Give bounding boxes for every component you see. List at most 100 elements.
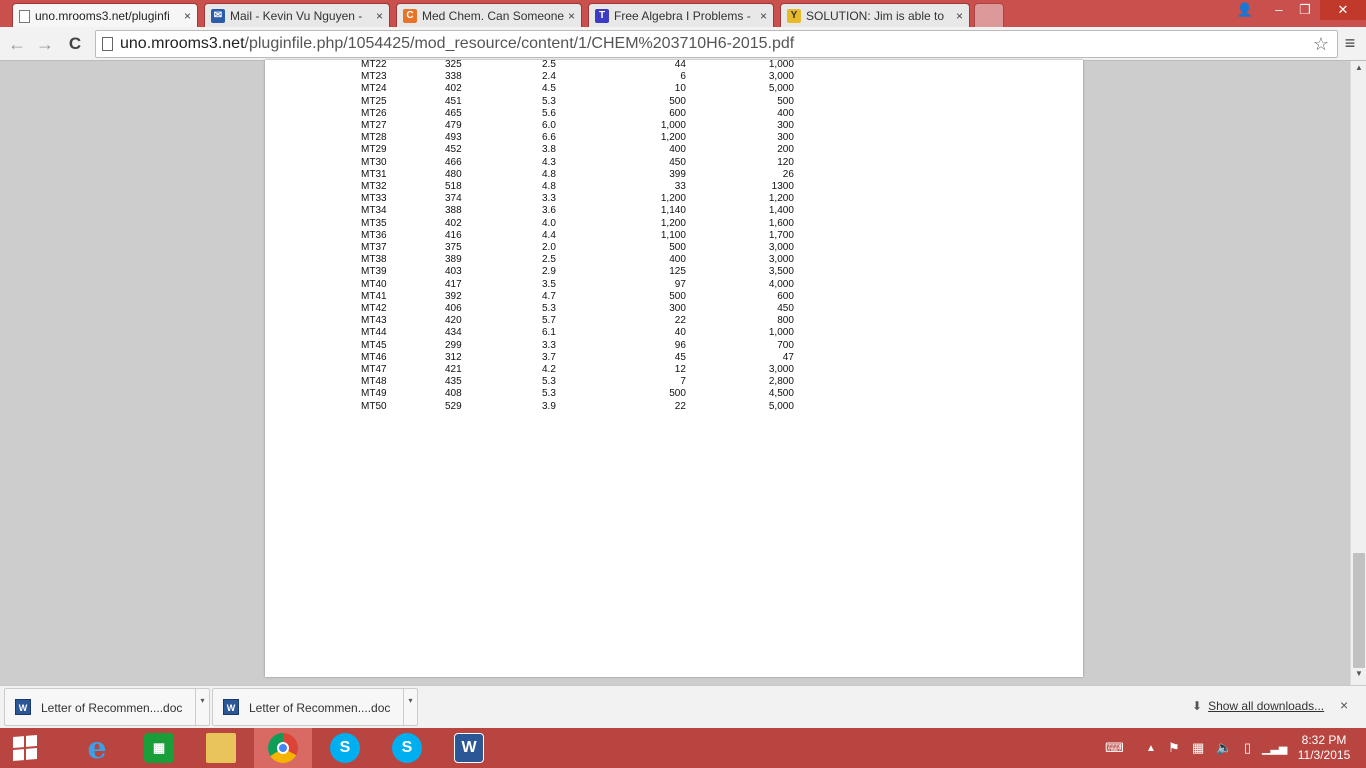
table-cell: 2.4 [542, 71, 556, 83]
table-cell: 2.9 [542, 266, 556, 278]
table-cell: 600 [669, 107, 686, 119]
table-cell: 300 [777, 132, 794, 144]
table-cell: MT26 [361, 107, 387, 119]
vertical-scrollbar[interactable]: ▲ ▼ [1350, 61, 1366, 685]
table-cell: 5.3 [542, 303, 556, 315]
battery-icon[interactable]: ▯ [1244, 740, 1251, 756]
table-cell: MT24 [361, 83, 387, 95]
table-cell: MT30 [361, 156, 387, 168]
bookmark-star-icon[interactable]: ☆ [1313, 31, 1329, 57]
windows-logo-icon [13, 734, 37, 762]
chrome-icon[interactable] [254, 728, 312, 768]
tab-med-chem[interactable]: C Med Chem. Can Someone × [396, 3, 582, 27]
table-cell: 300 [669, 303, 686, 315]
download-item[interactable]: W Letter of Recommen....doc ▾ [4, 688, 210, 726]
close-tab-icon[interactable]: × [376, 9, 383, 23]
address-bar[interactable]: uno.mrooms3.net/pluginfile.php/1054425/m… [95, 30, 1338, 58]
close-tab-icon[interactable]: × [760, 9, 767, 23]
action-center-flag-icon[interactable]: ⚑ [1168, 740, 1180, 756]
table-cell: 500 [669, 388, 686, 400]
show-hidden-icons-icon[interactable]: ▲ [1146, 743, 1156, 754]
close-window-button[interactable]: ✕ [1320, 0, 1366, 20]
download-arrow-icon: ⬇ [1192, 699, 1203, 713]
windows-store-icon[interactable]: ▦ [130, 728, 188, 768]
table-cell: 465 [445, 107, 462, 119]
table-cell: 2.5 [542, 254, 556, 266]
table-cell: MT25 [361, 95, 387, 107]
tab-title: Mail - Kevin Vu Nguyen - [230, 8, 363, 23]
table-cell: 406 [445, 303, 462, 315]
close-tab-icon[interactable]: × [184, 9, 191, 23]
file-explorer-icon[interactable] [192, 728, 250, 768]
start-button[interactable] [0, 728, 50, 768]
tab-free-algebra[interactable]: T Free Algebra I Problems - × [588, 3, 774, 27]
table-cell: 33 [674, 181, 686, 193]
table-cell: 375 [445, 242, 462, 254]
tab-mail[interactable]: ✉ Mail - Kevin Vu Nguyen - × [204, 3, 390, 27]
table-cell: 47 [782, 351, 794, 363]
skype-icon[interactable]: S [316, 728, 374, 768]
table-cell: 435 [445, 376, 462, 388]
table-cell: MT33 [361, 193, 387, 205]
scroll-up-arrow-icon[interactable]: ▲ [1351, 63, 1366, 77]
table-cell: 3.8 [542, 144, 556, 156]
word-doc-icon: W [223, 699, 239, 715]
close-tab-icon[interactable]: × [956, 9, 963, 23]
show-all-downloads-link[interactable]: ⬇ Show all downloads... [1192, 699, 1324, 713]
table-cell: 421 [445, 364, 462, 376]
table-cell: 5.6 [542, 107, 556, 119]
forward-button[interactable]: → [34, 33, 56, 55]
table-row: MT32 518 4.8 33 1300 [345, 181, 794, 193]
back-button[interactable]: ← [6, 33, 28, 55]
reload-button[interactable]: C [64, 33, 86, 55]
restore-button[interactable]: ❐ [1290, 0, 1320, 20]
table-cell: 45 [674, 351, 686, 363]
tab-uno-mrooms3[interactable]: uno.mrooms3.net/pluginfi × [12, 3, 198, 28]
table-cell: 2.5 [542, 59, 556, 70]
close-tab-icon[interactable]: × [568, 9, 575, 23]
signal-icon[interactable]: ▁▃▅ [1262, 742, 1287, 755]
table-cell: 325 [445, 59, 462, 70]
windows-taskbar: e ▦ S S W ⌨ ▲ ⚑ ▦ 🔈 ▯ ▁▃▅ 8:32 PM 11/3/2… [0, 728, 1366, 768]
tab-title: Med Chem. Can Someone [422, 8, 564, 23]
table-row: MT44 434 6.1 40 1,000 [345, 327, 794, 339]
internet-explorer-icon[interactable]: e [68, 728, 126, 768]
table-cell: 338 [445, 71, 462, 83]
profile-icon[interactable]: 👤 [1230, 0, 1260, 20]
table-cell: 300 [777, 120, 794, 132]
chevron-down-icon[interactable]: ▾ [403, 689, 417, 725]
word-icon[interactable]: W [440, 728, 498, 768]
table-row: MT29 452 3.8 400 200 [345, 144, 794, 156]
keyboard-icon[interactable]: ⌨ [1105, 740, 1124, 756]
table-row: MT26 465 5.6 600 400 [345, 108, 794, 120]
scrollbar-thumb[interactable] [1353, 553, 1365, 668]
table-cell: 44 [674, 59, 686, 70]
network-icon[interactable]: ▦ [1192, 740, 1204, 756]
scroll-down-arrow-icon[interactable]: ▼ [1351, 669, 1366, 683]
table-cell: MT32 [361, 181, 387, 193]
volume-icon[interactable]: 🔈 [1216, 740, 1232, 756]
table-cell: MT22 [361, 59, 387, 70]
chevron-down-icon[interactable]: ▾ [195, 689, 209, 725]
close-shelf-icon[interactable]: × [1340, 697, 1348, 713]
table-cell: 3.9 [542, 400, 556, 412]
table-cell: MT43 [361, 315, 387, 327]
table-cell: 22 [674, 400, 686, 412]
tab-strip: uno.mrooms3.net/pluginfi × ✉ Mail - Kevi… [0, 0, 1366, 28]
table-cell: 5.3 [542, 95, 556, 107]
new-tab-button[interactable] [974, 3, 1004, 27]
skype-icon[interactable]: S [378, 728, 436, 768]
table-cell: 6.1 [542, 327, 556, 339]
table-cell: 1,700 [768, 229, 794, 241]
system-clock[interactable]: 8:32 PM 11/3/2015 [1290, 733, 1358, 763]
table-cell: 451 [445, 95, 462, 107]
table-cell: 3.3 [542, 193, 556, 205]
table-cell: MT50 [361, 400, 387, 412]
table-cell: 4,500 [768, 388, 794, 400]
download-item[interactable]: W Letter of Recommen....doc ▾ [212, 688, 418, 726]
mail-icon: ✉ [211, 8, 225, 23]
table-row: MT45 299 3.3 96 700 [345, 340, 794, 352]
table-cell: 434 [445, 327, 462, 339]
chrome-menu-button[interactable]: ≡ [1340, 33, 1360, 55]
tab-solution[interactable]: Y SOLUTION: Jim is able to × [780, 3, 970, 27]
